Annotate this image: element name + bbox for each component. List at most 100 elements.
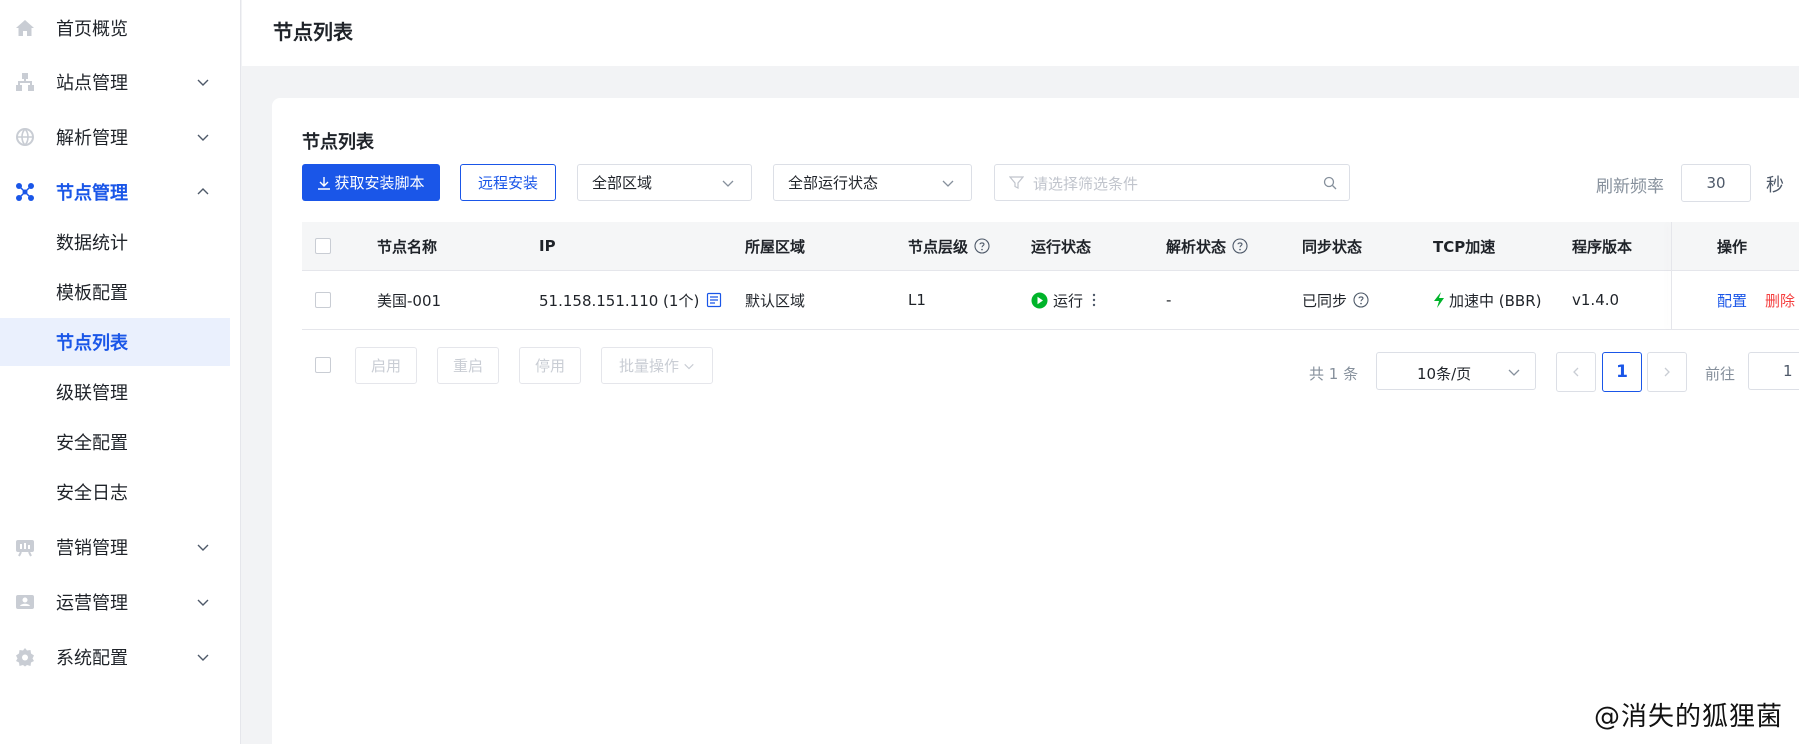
help-icon[interactable]	[1353, 292, 1369, 308]
sidebar-item-label: 站点管理	[56, 73, 128, 94]
sidebar-subitem-templates[interactable]: 模板配置	[0, 268, 230, 316]
resolve-status-cell: -	[1166, 291, 1172, 309]
ip-value: 51.158.151.110 (1个)	[539, 291, 700, 310]
sidebar-subitem-label: 节点列表	[56, 333, 128, 354]
prev-page-button[interactable]	[1556, 352, 1596, 392]
row-checkbox[interactable]	[315, 292, 331, 308]
chevron-down-icon	[197, 654, 209, 661]
run-status-cell: 运行	[1031, 271, 1097, 329]
sidebar-subitem-security[interactable]: 安全配置	[0, 418, 230, 466]
column-header-level-label: 节点层级	[908, 237, 969, 256]
search-icon[interactable]	[1323, 176, 1337, 190]
configure-link[interactable]: 配置	[1717, 290, 1747, 311]
run-status-select-value: 全部运行状态	[788, 174, 879, 192]
refresh-rate-unit: 秒	[1766, 175, 1784, 196]
filter-input-field[interactable]	[1031, 171, 1315, 197]
delete-link[interactable]: 删除	[1765, 290, 1795, 311]
table-header: 节点名称 IP 所屋区域 节点层级 运行状态 解析状态 同步状态 TCP加速 程…	[302, 222, 1799, 271]
chevron-up-icon	[197, 188, 209, 195]
sync-status-value: 已同步	[1302, 291, 1348, 310]
sidebar-subitem-security-log[interactable]: 安全日志	[0, 468, 230, 516]
chevron-down-icon	[197, 79, 209, 86]
ip-cell: 51.158.151.110 (1个)	[539, 271, 722, 329]
page-size-select[interactable]: 10条/页	[1376, 352, 1536, 390]
column-header-version: 程序版本	[1572, 237, 1633, 256]
chevron-down-icon	[197, 599, 209, 606]
remote-install-button[interactable]: 远程安装	[460, 164, 556, 201]
marketing-icon	[14, 536, 36, 558]
chevron-left-icon	[1573, 367, 1579, 377]
sidebar-subitem-node-list[interactable]: 节点列表	[0, 318, 230, 366]
restart-button[interactable]: 重启	[437, 347, 499, 384]
refresh-rate-label: 刷新频率	[1596, 177, 1664, 197]
goto-label: 前往	[1705, 365, 1736, 383]
tcp-value: 加速中 (BBR)	[1449, 291, 1542, 310]
sidebar-subitem-cascade[interactable]: 级联管理	[0, 368, 230, 416]
sidebar-item-operation[interactable]: 运营管理	[0, 577, 230, 627]
help-icon[interactable]	[1232, 238, 1248, 254]
column-header-level: 节点层级	[908, 222, 990, 270]
sidebar-subitem-label: 安全日志	[56, 483, 128, 504]
operation-icon	[14, 591, 36, 613]
row-select-cell	[315, 271, 331, 329]
disable-button[interactable]: 停用	[519, 347, 581, 384]
sidebar-subitem-stats[interactable]: 数据统计	[0, 218, 230, 266]
document-icon[interactable]	[706, 292, 722, 308]
sitemap-icon	[14, 71, 36, 93]
sidebar-item-label: 营销管理	[56, 538, 128, 559]
region-cell: 默认区域	[745, 291, 806, 310]
sidebar-subitem-label: 安全配置	[56, 433, 128, 454]
fixed-column-divider	[1671, 222, 1672, 330]
tcp-cell: 加速中 (BBR)	[1433, 271, 1541, 329]
sidebar: 首页概览 站点管理 解析管理 节点管理 数据统计 模板配置 节点列表 级联管理 …	[0, 0, 241, 744]
card-title: 节点列表	[302, 132, 374, 153]
page-size-value: 10条/页	[1417, 365, 1472, 383]
region-select[interactable]: 全部区域	[577, 164, 752, 201]
chevron-down-icon	[722, 180, 734, 187]
select-all-cell	[315, 222, 331, 270]
column-header-ip: IP	[539, 237, 556, 255]
remote-install-label: 远程安装	[477, 174, 538, 192]
enable-button[interactable]: 启用	[355, 347, 417, 384]
watermark: @消失的狐狸菌	[1594, 702, 1784, 732]
batch-operations-button[interactable]: 批量操作	[601, 347, 713, 384]
get-install-script-button[interactable]: 获取安装脚本	[302, 164, 440, 201]
sidebar-item-system[interactable]: 系统配置	[0, 632, 230, 682]
bulk-select-checkbox[interactable]	[315, 357, 331, 373]
goto-page-input[interactable]: 1	[1748, 352, 1799, 390]
sidebar-item-nodes[interactable]: 节点管理	[0, 167, 230, 217]
level-cell: L1	[908, 291, 926, 309]
sidebar-item-marketing[interactable]: 营销管理	[0, 522, 230, 572]
sidebar-item-label: 系统配置	[56, 648, 128, 669]
bulk-select-checkbox-wrap	[315, 357, 331, 373]
sidebar-subitem-label: 级联管理	[56, 383, 128, 404]
lightning-icon	[1434, 292, 1444, 308]
sidebar-item-home[interactable]: 首页概览	[0, 3, 230, 53]
select-all-checkbox[interactable]	[315, 238, 331, 254]
run-status-value: 运行	[1053, 291, 1084, 310]
refresh-rate-input[interactable]: 30	[1681, 164, 1751, 202]
sidebar-item-site[interactable]: 站点管理	[0, 57, 230, 107]
sidebar-item-label: 首页概览	[56, 19, 128, 40]
page-button-current[interactable]: 1	[1602, 352, 1642, 392]
actions-cell: 配置 删除	[1717, 271, 1795, 329]
chevron-down-icon	[197, 134, 209, 141]
pagination-total: 共 1 条	[1309, 365, 1359, 383]
sidebar-item-label: 节点管理	[56, 183, 128, 204]
table-row: 美国-001 51.158.151.110 (1个) 默认区域 L1 运行 - …	[302, 271, 1799, 330]
next-page-button[interactable]	[1647, 352, 1687, 392]
page-header: 节点列表	[242, 0, 1799, 66]
column-header-run-status: 运行状态	[1031, 237, 1092, 256]
chevron-down-icon	[684, 363, 694, 369]
filter-condition-input[interactable]	[994, 164, 1350, 201]
chevron-down-icon	[942, 180, 954, 187]
column-header-resolve-status: 解析状态	[1166, 222, 1248, 270]
run-status-select[interactable]: 全部运行状态	[773, 164, 972, 201]
content-card: 节点列表 获取安装脚本 远程安装 全部区域 全部运行状态 刷新频率 30 秒 节…	[272, 98, 1799, 744]
chevron-down-icon	[197, 544, 209, 551]
more-vertical-icon[interactable]	[1091, 292, 1097, 308]
chevron-right-icon	[1664, 367, 1670, 377]
help-icon[interactable]	[974, 238, 990, 254]
sidebar-item-dns[interactable]: 解析管理	[0, 112, 230, 162]
version-cell: v1.4.0	[1572, 291, 1620, 309]
